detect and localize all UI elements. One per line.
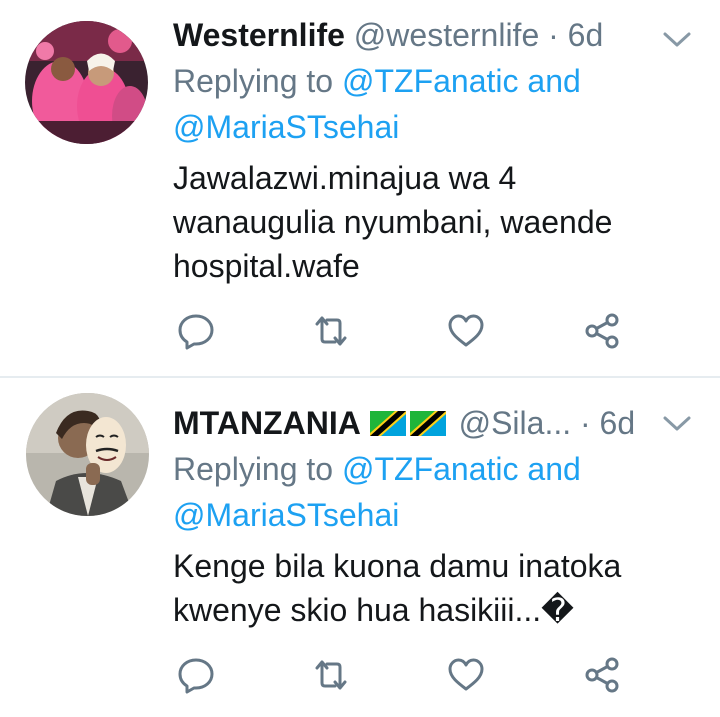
separator-dot: · — [580, 405, 591, 441]
chevron-down-icon[interactable] — [660, 28, 694, 52]
tweet-text-line: Kenge bila kuona damu inatoka — [173, 548, 622, 584]
replying-to-line2: @MariaSTsehai — [173, 496, 399, 534]
tweet-text-line: Jawalazwi.minajua wa 4 — [173, 160, 517, 196]
chevron-down-icon[interactable] — [660, 412, 694, 436]
tweet-text: Kenge bila kuona damu inatoka kwenye ski… — [173, 544, 621, 632]
separator-dot: · — [548, 17, 559, 53]
tweet-text-line: wanaugulia nyumbani, waende — [173, 204, 613, 240]
tweet-text-line: kwenye skio hua hasikiii...� — [173, 592, 574, 628]
tweet-header: Westernlife @westernlife · 6d — [173, 16, 603, 54]
timestamp[interactable]: 6d — [600, 405, 636, 441]
replying-to: Replying to @TZFanatic and — [173, 450, 581, 488]
tweet-mtanzania[interactable]: MTANZANIA @Sila... · 6d Replying to @TZF… — [0, 378, 720, 717]
display-name[interactable]: Westernlife — [173, 17, 345, 53]
reply-icon[interactable] — [176, 655, 216, 695]
mention-link[interactable]: @MariaSTsehai — [173, 109, 399, 145]
retweet-icon[interactable] — [311, 311, 351, 351]
avatar[interactable] — [26, 393, 149, 516]
user-handle[interactable]: @Sila... — [459, 405, 572, 441]
retweet-icon[interactable] — [311, 655, 351, 695]
like-icon[interactable] — [446, 311, 486, 351]
avatar[interactable] — [25, 21, 148, 144]
tanzania-flag-icon — [369, 411, 406, 436]
timestamp[interactable]: 6d — [568, 17, 604, 53]
tweet-text: Jawalazwi.minajua wa 4 wanaugulia nyumba… — [173, 156, 612, 288]
tweet-westernlife[interactable]: Westernlife @westernlife · 6d Replying t… — [0, 0, 720, 377]
tanzania-flag-icon — [409, 411, 446, 436]
share-icon[interactable] — [582, 655, 622, 695]
tweet-text-line: hospital.wafe — [173, 248, 360, 284]
replying-to: Replying to @TZFanatic and — [173, 62, 581, 100]
mention-link[interactable]: @MariaSTsehai — [173, 497, 399, 533]
tweet-header: MTANZANIA @Sila... · 6d — [173, 404, 635, 442]
replying-to-line2: @MariaSTsehai — [173, 108, 399, 146]
mention-link[interactable]: @TZFanatic and — [342, 451, 581, 487]
mention-link[interactable]: @TZFanatic and — [342, 63, 581, 99]
display-name[interactable]: MTANZANIA — [173, 405, 361, 441]
reply-icon[interactable] — [176, 311, 216, 351]
user-handle[interactable]: @westernlife — [354, 17, 539, 53]
replying-label: Replying to — [173, 63, 342, 99]
like-icon[interactable] — [446, 655, 486, 695]
share-icon[interactable] — [582, 311, 622, 351]
replying-label: Replying to — [173, 451, 342, 487]
